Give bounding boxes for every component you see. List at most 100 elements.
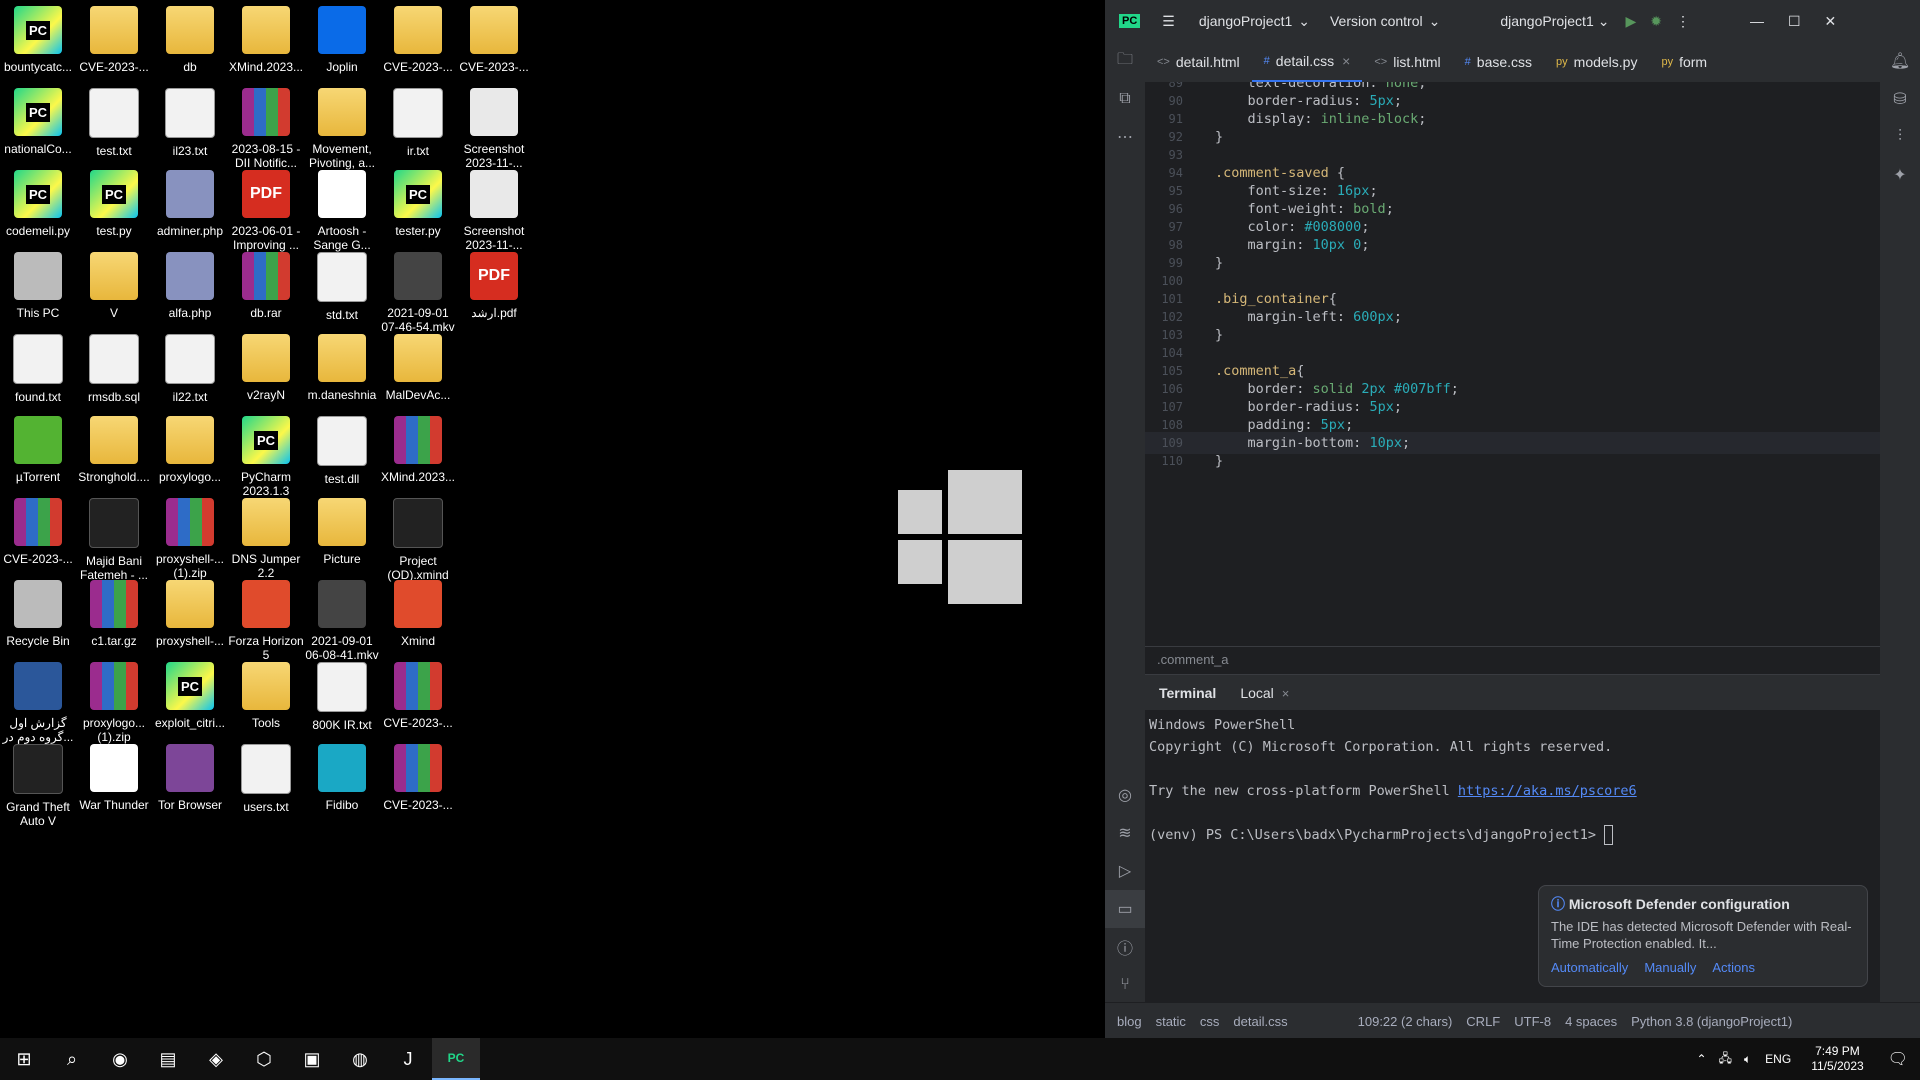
network-icon[interactable]: 🖧 [1719, 1049, 1732, 1070]
desktop-icon[interactable]: db [152, 0, 228, 74]
problems-icon[interactable]: ⓘ [1105, 928, 1145, 966]
desktop-icon[interactable]: Grand Theft Auto V [0, 738, 76, 828]
desktop-icon[interactable]: proxyshell-... [152, 574, 228, 648]
editor-breadcrumb[interactable]: .comment_a [1145, 646, 1880, 672]
desktop-icon[interactable]: V [76, 246, 152, 320]
desktop-icon[interactable]: 2021-09-01 06-08-41.mkv [304, 574, 380, 662]
desktop-icon[interactable]: Tools [228, 656, 304, 730]
box-icon[interactable]: ⬡ [240, 1038, 288, 1080]
desktop-icon[interactable]: test.txt [76, 82, 152, 158]
desktop-icon[interactable]: Artoosh - Sange G... [304, 164, 380, 252]
vcs-menu[interactable]: Version control [1330, 13, 1423, 29]
project-selector[interactable]: djangoProject1 [1199, 13, 1292, 29]
status-path-file[interactable]: detail.css [1233, 1014, 1287, 1029]
services-icon[interactable]: ▷ [1105, 852, 1145, 890]
desktop-icon[interactable]: adminer.php [152, 164, 228, 238]
close-icon[interactable]: ✕ [1825, 13, 1837, 30]
desktop-icon[interactable]: il22.txt [152, 328, 228, 404]
chrome-icon[interactable]: ◍ [336, 1038, 384, 1080]
desktop-icon[interactable]: Screenshot 2023-11-... [456, 164, 532, 252]
desktop-icon[interactable]: CVE-2023-... [380, 738, 456, 812]
actions-link[interactable]: Actions [1712, 960, 1755, 975]
desktop-icon[interactable]: rmsdb.sql [76, 328, 152, 404]
desktop-icon[interactable]: il23.txt [152, 82, 228, 158]
desktop-icon[interactable]: Joplin [304, 0, 380, 74]
more-icon[interactable]: ⋮ [1676, 13, 1690, 30]
edge-icon[interactable]: ◉ [96, 1038, 144, 1080]
desktop-icon[interactable]: MalDevAc... [380, 328, 456, 402]
desktop-icon[interactable]: PC PyCharm 2023.1.3 [228, 410, 304, 498]
status-path-static[interactable]: static [1156, 1014, 1186, 1029]
tab-base-css[interactable]: # base.css [1453, 42, 1544, 82]
database-icon[interactable]: ⛁ [1880, 80, 1920, 118]
debug-icon[interactable]: ✹ [1650, 13, 1662, 30]
desktop-icon[interactable]: Recycle Bin [0, 574, 76, 648]
desktop-icon[interactable]: گزارش اول گروه دوم در... [0, 656, 76, 744]
desktop-icon[interactable]: PC bountycatc... [0, 0, 76, 74]
line-separator[interactable]: CRLF [1466, 1014, 1500, 1029]
desktop-icon[interactable]: CVE-2023-... [456, 0, 532, 74]
status-path-blog[interactable]: blog [1117, 1014, 1142, 1029]
desktop-icon[interactable]: Forza Horizon 5 [228, 574, 304, 662]
tab-detail-html[interactable]: <> detail.html [1145, 42, 1252, 82]
desktop-icon[interactable]: µTorrent [0, 410, 76, 484]
tab-list-html[interactable]: <> list.html [1362, 42, 1452, 82]
desktop-icon[interactable]: PC tester.py [380, 164, 456, 238]
desktop-icon[interactable]: alfa.php [152, 246, 228, 320]
notifications-icon[interactable]: 🔔︎ [1880, 42, 1920, 80]
python-console-icon[interactable]: ◎ [1105, 776, 1145, 814]
close-icon[interactable]: × [1282, 686, 1290, 701]
desktop-icon[interactable]: PDF ارشد.pdf [456, 246, 532, 320]
desktop-icon[interactable]: ir.txt [380, 82, 456, 158]
desktop-icon[interactable]: Majid Bani Fatemeh - ... [76, 492, 152, 582]
git-icon[interactable]: ⑂ [1105, 966, 1145, 1004]
desktop-icon[interactable]: 2023-08-15 - DII Notific... [228, 82, 304, 170]
clock[interactable]: 7:49 PM 11/5/2023 [1811, 1044, 1864, 1074]
caret-position[interactable]: 109:22 (2 chars) [1358, 1014, 1453, 1029]
joplin-icon[interactable]: J [384, 1038, 432, 1080]
run-config-selector[interactable]: djangoProject1 [1500, 13, 1593, 29]
desktop-icon[interactable]: CVE-2023-... [380, 0, 456, 74]
notification-center-icon[interactable]: 🗨︎ [1888, 1049, 1908, 1069]
desktop-icon[interactable]: Project (OD).xmind [380, 492, 456, 582]
sciview-icon[interactable]: ⫶ [1880, 118, 1920, 156]
app-icon[interactable]: ◈ [192, 1038, 240, 1080]
desktop-icon[interactable]: users.txt [228, 738, 304, 814]
desktop-icon[interactable]: PDF 2023-06-01 - Improving ... [228, 164, 304, 252]
desktop-icon[interactable]: Tor Browser [152, 738, 228, 812]
desktop-icon[interactable]: 2021-09-01 07-46-54.mkv [380, 246, 456, 334]
pscore-link[interactable]: https://aka.ms/pscore6 [1458, 783, 1637, 799]
desktop-icon[interactable]: Stronghold.... [76, 410, 152, 484]
gallery-icon[interactable]: ▣ [288, 1038, 336, 1080]
run-icon[interactable]: ▶ [1625, 13, 1636, 30]
tab-detail-css[interactable]: # detail.css × [1251, 42, 1363, 82]
maximize-icon[interactable]: ☐ [1788, 13, 1801, 30]
desktop-icon[interactable]: Screenshot 2023-11-... [456, 82, 532, 170]
desktop-icon[interactable]: db.rar [228, 246, 304, 320]
tab-terminal-local[interactable]: Local [1240, 685, 1273, 701]
tab-models-py[interactable]: py models.py [1544, 42, 1649, 82]
pycharm-icon[interactable]: PC [432, 1038, 480, 1080]
structure-icon[interactable]: ⧉ [1105, 80, 1145, 118]
code-line[interactable]: 110} [1145, 450, 1880, 472]
search-icon[interactable]: ⌕ [48, 1038, 96, 1080]
status-path-css[interactable]: css [1200, 1014, 1220, 1029]
code-editor[interactable]: 89 text-decoration: none; 90 border-radiu… [1145, 82, 1880, 644]
indent-setting[interactable]: 4 spaces [1565, 1014, 1617, 1029]
desktop-icon[interactable]: This PC [0, 246, 76, 320]
desktop-icon[interactable]: XMind.2023... [228, 0, 304, 74]
main-menu-icon[interactable]: ☰ [1162, 13, 1175, 30]
desktop-icon[interactable]: proxylogo... [152, 410, 228, 484]
desktop-icon[interactable]: test.dll [304, 410, 380, 486]
desktop-icon[interactable]: proxyshell-... (1).zip [152, 492, 228, 580]
desktop-icon[interactable]: v2rayN [228, 328, 304, 402]
desktop-icon[interactable]: std.txt [304, 246, 380, 322]
layers-icon[interactable]: ≋ [1105, 814, 1145, 852]
desktop-icon[interactable]: Xmind [380, 574, 456, 648]
desktop-icon[interactable]: DNS Jumper 2.2 [228, 492, 304, 580]
start-icon[interactable]: ⊞ [0, 1038, 48, 1080]
chevron-up-icon[interactable]: ⌃ [1697, 1052, 1707, 1066]
desktop-icon[interactable]: Movement, Pivoting, a... [304, 82, 380, 170]
desktop-icon[interactable]: CVE-2023-... [76, 0, 152, 74]
desktop-icon[interactable]: XMind.2023... [380, 410, 456, 484]
